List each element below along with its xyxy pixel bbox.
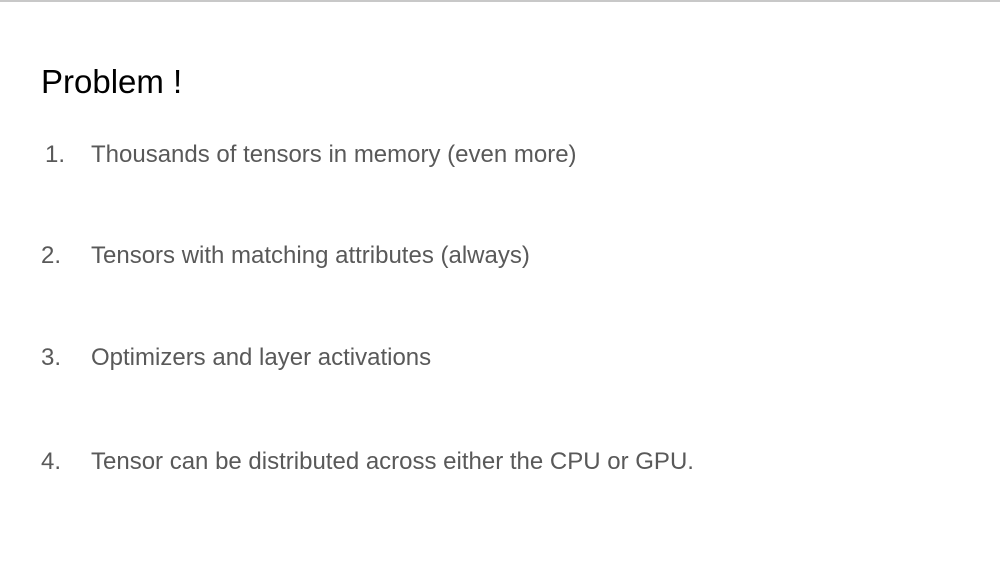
list-item: 2. Tensors with matching attributes (alwa… bbox=[41, 240, 530, 272]
slide: Problem ! 1. Thousands of tensors in memo… bbox=[0, 0, 1000, 566]
list-item-text: Optimizers and layer activations bbox=[91, 344, 432, 371]
list-item: 3. Optimizers and layer activations bbox=[41, 342, 431, 374]
list-item: 4. Tensor can be distributed across eithe… bbox=[41, 446, 694, 478]
list-item-number: 3. bbox=[41, 344, 62, 371]
list-item-number: 2. bbox=[41, 242, 62, 269]
list-item-number: 4. bbox=[41, 448, 62, 475]
list-item-number: 1. bbox=[45, 141, 66, 168]
slide-title: Problem ! bbox=[41, 63, 183, 100]
list-item-text: Tensor can be distributed across either … bbox=[91, 448, 694, 475]
list-item-text: Tensors with matching attributes (always… bbox=[91, 242, 530, 269]
list-item: 1. Thousands of tensors in memory (even m… bbox=[41, 139, 577, 171]
list-item-text: Thousands of tensors in memory (even mor… bbox=[91, 141, 577, 168]
